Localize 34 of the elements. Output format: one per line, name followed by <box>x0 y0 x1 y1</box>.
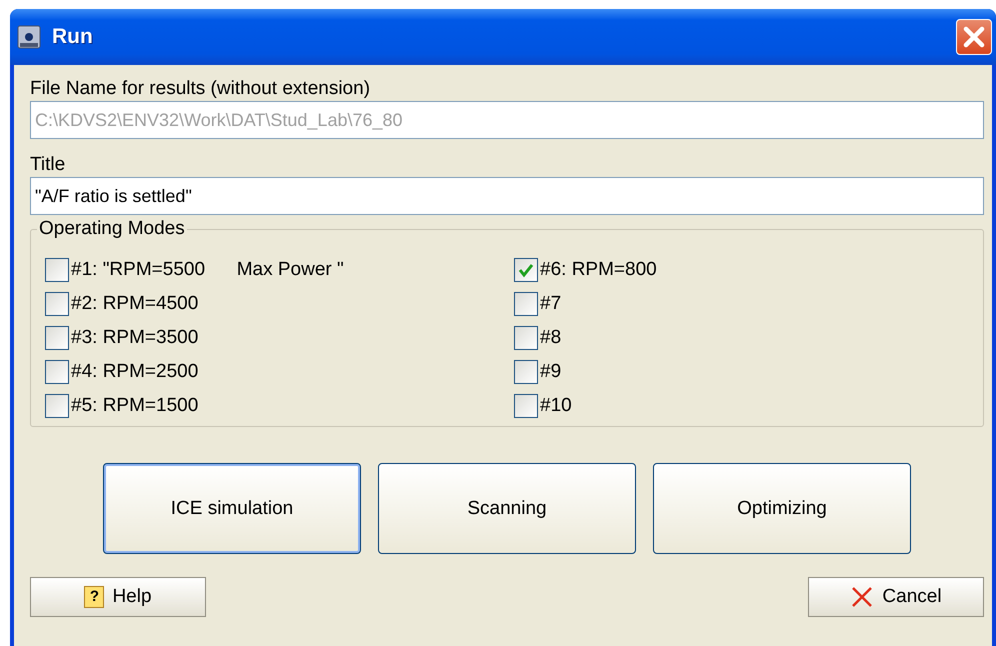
field-label: File Name for results (without extension) <box>30 77 372 101</box>
field-label: Title <box>30 153 66 177</box>
help-icon: ? <box>84 586 104 608</box>
piston-icon <box>16 24 42 50</box>
checkbox-label: #2: RPM=4500 <box>71 293 198 315</box>
checkbox[interactable] <box>514 394 538 418</box>
checkbox-label: #8 <box>540 327 562 349</box>
checkbox-label: #6: RPM=800 <box>540 259 657 281</box>
checkbox-label: #9 <box>540 361 562 383</box>
checkbox-label: #5: RPM=1500 <box>71 395 198 417</box>
checkbox-label: #1: "RPM=5500 Max Power " <box>71 259 344 281</box>
action-button[interactable]: ICE simulation <box>103 463 361 554</box>
action-button[interactable]: Scanning <box>378 463 636 554</box>
checkbox[interactable] <box>45 360 69 384</box>
help-button[interactable]: ? Help <box>30 577 206 617</box>
checkbox[interactable] <box>514 292 538 316</box>
close-icon <box>850 585 874 609</box>
checkbox[interactable] <box>45 394 69 418</box>
checkbox[interactable] <box>45 258 69 282</box>
checkbox-label: #3: RPM=3500 <box>71 327 198 349</box>
checkbox-label: #10 <box>540 395 572 417</box>
checkbox-label: #4: RPM=2500 <box>71 361 198 383</box>
input-field[interactable]: "A/F ratio is settled" <box>30 177 984 215</box>
action-button[interactable]: Optimizing <box>653 463 911 554</box>
checkbox-label: #7 <box>540 293 562 315</box>
checkbox[interactable] <box>514 258 538 282</box>
checkbox[interactable] <box>514 360 538 384</box>
group-label: Operating Modes <box>37 218 187 240</box>
checkbox[interactable] <box>45 292 69 316</box>
close-button[interactable] <box>956 19 992 55</box>
checkbox[interactable] <box>514 326 538 350</box>
cancel-button[interactable]: Cancel <box>808 577 984 617</box>
checkbox[interactable] <box>45 326 69 350</box>
window-title: Run <box>52 25 94 49</box>
